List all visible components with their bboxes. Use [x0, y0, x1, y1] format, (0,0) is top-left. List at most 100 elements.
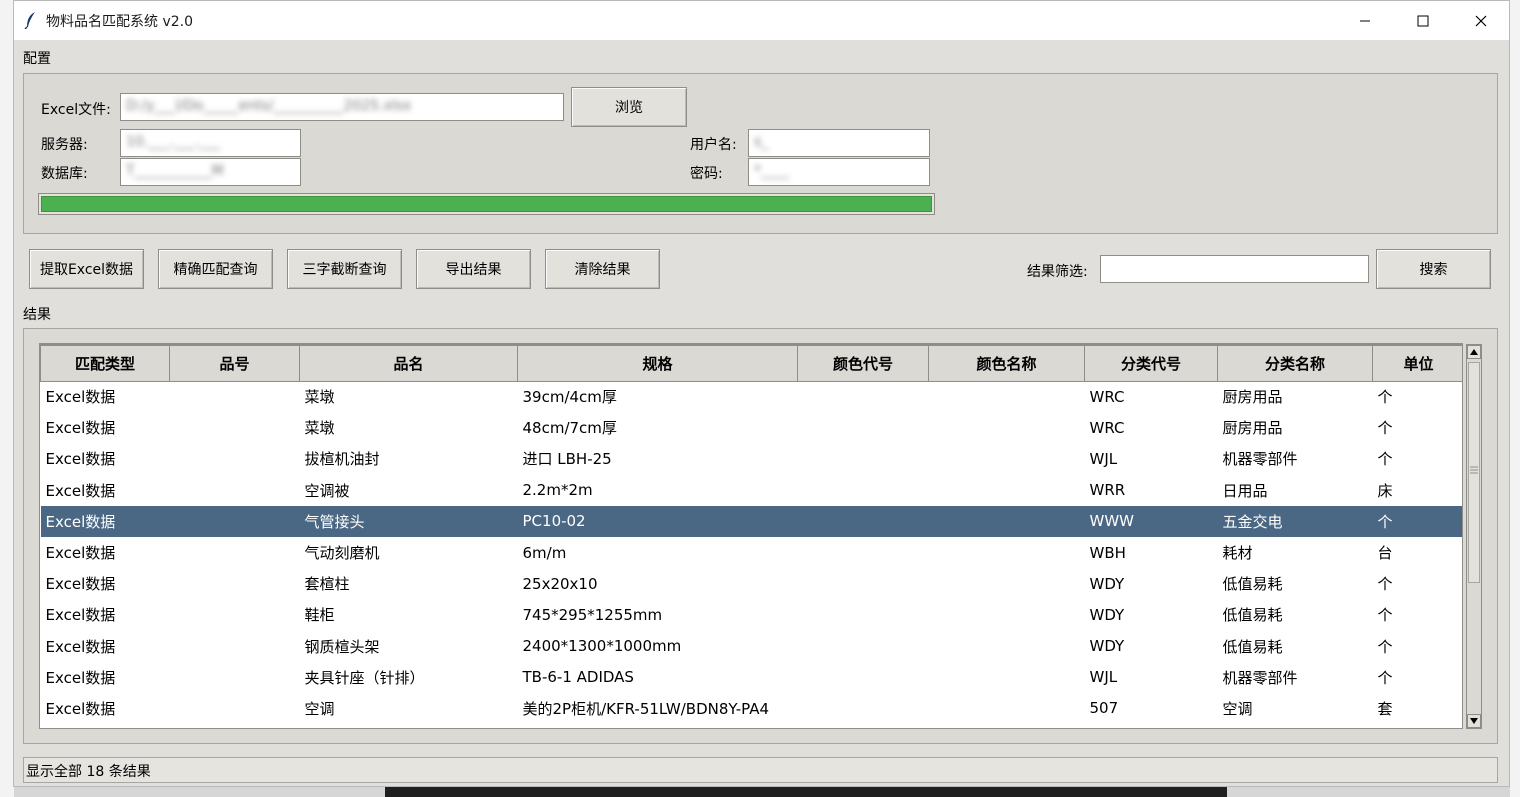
cell-item-no — [170, 475, 300, 506]
results-section-label: 结果 — [23, 307, 51, 323]
cell-spec: 美的2P柜机/KFR-51LW/BDN8Y-PA4 — [522, 699, 770, 718]
table-row[interactable]: Excel数据 气管接头 PC10-02 WWW 五金交电个 — [40, 505, 1462, 537]
maximize-icon — [1417, 15, 1429, 26]
extract-excel-button[interactable]: 提取Excel数据 — [29, 249, 144, 289]
cell-color-name — [929, 662, 1085, 693]
search-button[interactable]: 搜索 — [1376, 249, 1491, 289]
cell-match-type: Excel数据 — [45, 699, 116, 718]
column-header-color-name[interactable]: 颜色名称 — [928, 344, 1085, 382]
table-row[interactable]: Excel数据 菜墩 39cm/4cm厚 WRC 厨房用品 个 — [41, 381, 1463, 412]
progress-bar — [38, 193, 935, 215]
exact-match-button[interactable]: 精确匹配查询 — [158, 249, 273, 289]
server-input[interactable]: 10.___.___.___ — [120, 129, 301, 157]
cell-category-name: 空调 — [1222, 699, 1253, 718]
cell-category-name: 低值易耗 — [1222, 575, 1283, 594]
excel-file-value: D:/y___l/Do_____ents/__________2025.xlsx — [126, 98, 412, 114]
password-input[interactable]: *____ — [748, 158, 930, 186]
cell-spec: 25x20x10 — [522, 574, 598, 593]
column-header-category-code[interactable]: 分类代号 — [1084, 344, 1218, 382]
table-row[interactable]: Excel数据 菜墩 48cm/7cm厚 WRC 厨房用品 个 — [41, 412, 1463, 443]
cell-item-no — [170, 412, 300, 443]
cell-match-type: Excel数据 — [45, 419, 116, 438]
database-value: T___________M — [126, 163, 224, 179]
cell-category-code: WRC — [1089, 387, 1125, 406]
cell-unit: 个 — [1377, 388, 1393, 407]
cell-color-name — [929, 693, 1085, 724]
cell-color-code — [798, 693, 929, 724]
client-area: 配置 Excel文件: D:/y___l/Do_____ents/_______… — [14, 40, 1509, 786]
table-row[interactable]: Excel数据 套楦柱 25x20x10 WDY 低值易耗 个 — [41, 568, 1463, 599]
scroll-down-button[interactable] — [1467, 714, 1481, 728]
window-title: 物料品名匹配系统 v2.0 — [46, 14, 193, 30]
cell-color-name — [929, 599, 1085, 630]
close-icon — [1475, 15, 1487, 26]
filter-input[interactable] — [1100, 255, 1369, 283]
cell-color-name — [929, 412, 1085, 443]
username-input[interactable]: s_ — [748, 129, 930, 157]
clear-results-button[interactable]: 清除结果 — [545, 249, 660, 289]
cell-unit: 个 — [1377, 668, 1393, 687]
database-label: 数据库: — [41, 166, 88, 182]
table-row[interactable]: Excel数据 钢质楦头架 2400*1300*1000mm WDY 低值易耗 个 — [41, 631, 1463, 662]
cell-match-type: Excel数据 — [45, 450, 116, 469]
cell-category-code: WDY — [1089, 605, 1125, 624]
config-section-label: 配置 — [23, 51, 51, 67]
column-header-item-name[interactable]: 品名 — [299, 344, 518, 382]
database-input[interactable]: T___________M — [120, 158, 301, 186]
column-header-spec[interactable]: 规格 — [517, 344, 798, 382]
minimize-icon — [1360, 20, 1370, 21]
cell-category-name: 机器零部件 — [1222, 450, 1298, 469]
table-row[interactable]: Excel数据 鞋柜 745*295*1255mm WDY 低值易耗 个 — [41, 599, 1463, 630]
export-results-button[interactable]: 导出结果 — [416, 249, 531, 289]
cell-spec: 745*295*1255mm — [522, 605, 663, 624]
table-row[interactable]: Excel数据 气动刻磨机 6m/m WBH 耗材 台 — [41, 537, 1463, 568]
results-scrollbar[interactable] — [1466, 344, 1482, 729]
table-row[interactable]: Excel数据 空调被 2.2m*2m WRR 日用品 床 — [41, 475, 1463, 506]
username-label: 用户名: — [690, 137, 737, 153]
status-bar: 显示全部 18 条结果 — [23, 757, 1498, 783]
column-header-color-code[interactable]: 颜色代号 — [797, 344, 929, 382]
cell-color-name — [929, 381, 1085, 412]
three-char-query-button[interactable]: 三字截断查询 — [287, 249, 402, 289]
column-header-category-name[interactable]: 分类名称 — [1217, 344, 1373, 382]
server-value: 10.___.___.___ — [126, 134, 221, 150]
cell-color-name — [929, 475, 1085, 506]
cell-match-type: Excel数据 — [45, 606, 116, 625]
cell-item-name: 套楦柱 — [304, 575, 350, 594]
cell-unit: 套 — [1377, 699, 1393, 718]
cell-item-name: 夹具针座（针排） — [304, 668, 425, 687]
cell-color-code — [797, 505, 929, 537]
column-header-item-no[interactable]: 品号 — [169, 344, 300, 382]
column-header-match-type[interactable]: 匹配类型 — [40, 344, 170, 382]
column-header-unit[interactable]: 单位 — [1372, 344, 1462, 382]
scrollbar-thumb[interactable] — [1468, 362, 1480, 583]
cell-category-name: 日用品 — [1222, 481, 1268, 500]
cell-unit: 个 — [1377, 575, 1393, 594]
table-row[interactable]: Excel数据 空调 美的2P柜机/KFR-51LW/BDN8Y-PA4 507 空调 套 — [41, 693, 1463, 724]
title-bar[interactable]: 物料品名匹配系统 v2.0 — [14, 1, 1509, 40]
cell-spec: TB-6-1 ADIDAS — [522, 668, 634, 687]
browse-button[interactable]: 浏览 — [571, 87, 687, 127]
cell-unit: 个 — [1377, 637, 1393, 656]
maximize-button[interactable] — [1394, 1, 1452, 40]
server-label: 服务器: — [41, 137, 88, 153]
table-row[interactable]: Excel数据 夹具针座（针排） TB-6-1 ADIDAS WJL 机器零部件 个 — [41, 662, 1463, 693]
cell-item-no — [170, 599, 300, 630]
cell-color-name — [929, 631, 1085, 662]
cell-match-type: Excel数据 — [40, 505, 170, 537]
cell-color-code — [798, 599, 929, 630]
cell-color-name — [929, 443, 1085, 474]
table-row[interactable]: Excel数据 拔楦机油封 进口 LBH-25 WJL 机器零部件 个 — [41, 443, 1463, 474]
cell-category-code: 507 — [1089, 699, 1119, 718]
cell-category-code: WDY — [1089, 637, 1125, 656]
minimize-button[interactable] — [1336, 1, 1394, 40]
cell-spec: 2400*1300*1000mm — [522, 637, 682, 656]
cell-match-type: Excel数据 — [45, 388, 116, 407]
scroll-up-button[interactable] — [1467, 345, 1481, 359]
excel-file-input[interactable]: D:/y___l/Do_____ents/__________2025.xlsx — [120, 93, 564, 121]
cell-item-name: 钢质楦头架 — [304, 637, 380, 656]
cell-item-no — [170, 568, 300, 599]
app-window: 物料品名匹配系统 v2.0 配置 Excel文件: D:/y___l/Do___… — [13, 0, 1510, 787]
close-button[interactable] — [1452, 1, 1509, 40]
cell-color-name — [929, 568, 1085, 599]
